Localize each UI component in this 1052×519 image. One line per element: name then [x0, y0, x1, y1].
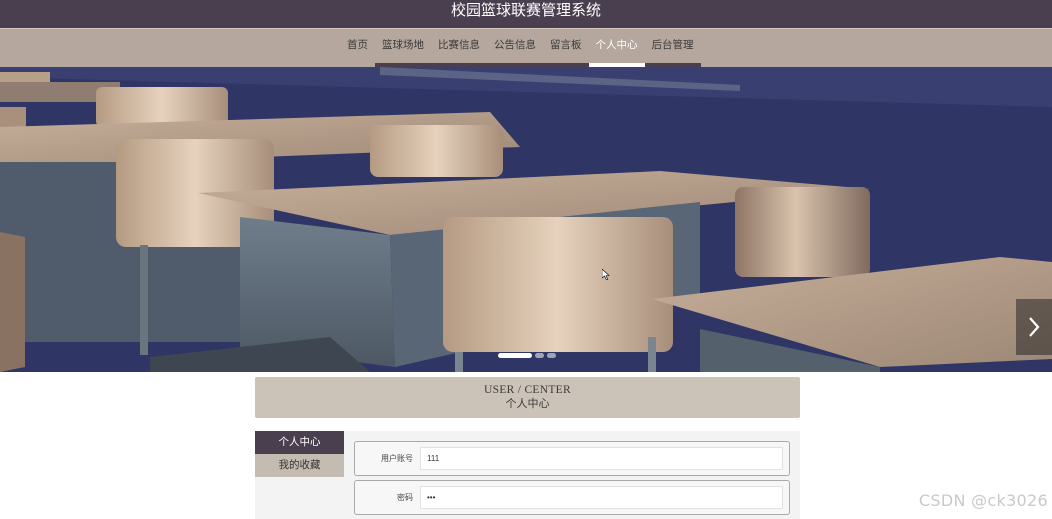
password-input[interactable]: ••• [420, 486, 783, 509]
form-row-password: 密码 ••• [354, 480, 790, 515]
carousel-dot[interactable] [498, 353, 532, 358]
carousel-dot[interactable] [547, 353, 556, 358]
banner-classroom-image [0, 67, 1052, 372]
nav-item-courts[interactable]: 篮球场地 [375, 29, 431, 68]
username-input[interactable]: 111 [420, 447, 783, 470]
nav-item-announcements[interactable]: 公告信息 [487, 29, 543, 68]
carousel-next-button[interactable] [1016, 299, 1052, 355]
form-row-username: 用户账号 111 [354, 441, 790, 476]
nav-item-label: 后台管理 [651, 39, 694, 51]
nav-menu: 首页 篮球场地 比赛信息 公告信息 留言板 个人中心 后台管理 [340, 29, 701, 68]
side-menu: 个人中心 我的收藏 [255, 431, 344, 477]
watermark-text: CSDN @ck3026 [918, 491, 1048, 510]
section-title-zh: 个人中心 [505, 397, 550, 410]
section-header: USER / CENTER 个人中心 [255, 377, 800, 418]
password-label: 密码 [397, 493, 413, 502]
user-center-panel: 个人中心 我的收藏 用户账号 111 密码 ••• [255, 431, 800, 519]
page: 校园篮球联赛管理系统 首页 篮球场地 比赛信息 公告信息 留言板 个人中心 后台… [0, 0, 1052, 519]
nav-item-user-center[interactable]: 个人中心 [588, 29, 645, 68]
mouse-cursor-icon [602, 269, 610, 280]
nav-item-home[interactable]: 首页 [340, 29, 375, 68]
nav-item-label: 篮球场地 [382, 39, 424, 51]
side-item-user-center[interactable]: 个人中心 [255, 431, 344, 454]
nav-item-matches[interactable]: 比赛信息 [431, 29, 487, 68]
carousel-dot[interactable] [535, 353, 544, 358]
nav-item-label: 留言板 [550, 39, 582, 51]
banner-carousel [0, 67, 1052, 372]
title-bar: 校园篮球联赛管理系统 [0, 0, 1052, 28]
profile-form: 用户账号 111 密码 ••• [354, 441, 790, 519]
nav-item-admin[interactable]: 后台管理 [644, 29, 701, 68]
top-navigation: 首页 篮球场地 比赛信息 公告信息 留言板 个人中心 后台管理 [0, 28, 1052, 68]
chevron-right-icon [1029, 317, 1040, 337]
username-label: 用户账号 [381, 454, 413, 463]
nav-item-label: 个人中心 [595, 39, 638, 51]
nav-item-label: 公告信息 [494, 39, 536, 51]
nav-item-label: 首页 [347, 39, 368, 51]
nav-item-message-board[interactable]: 留言板 [543, 29, 589, 68]
side-item-favorites[interactable]: 我的收藏 [255, 454, 344, 477]
section-title-en: USER / CENTER [484, 384, 571, 396]
nav-item-label: 比赛信息 [438, 39, 480, 51]
carousel-indicators [498, 353, 556, 358]
site-title: 校园篮球联赛管理系统 [450, 1, 601, 19]
